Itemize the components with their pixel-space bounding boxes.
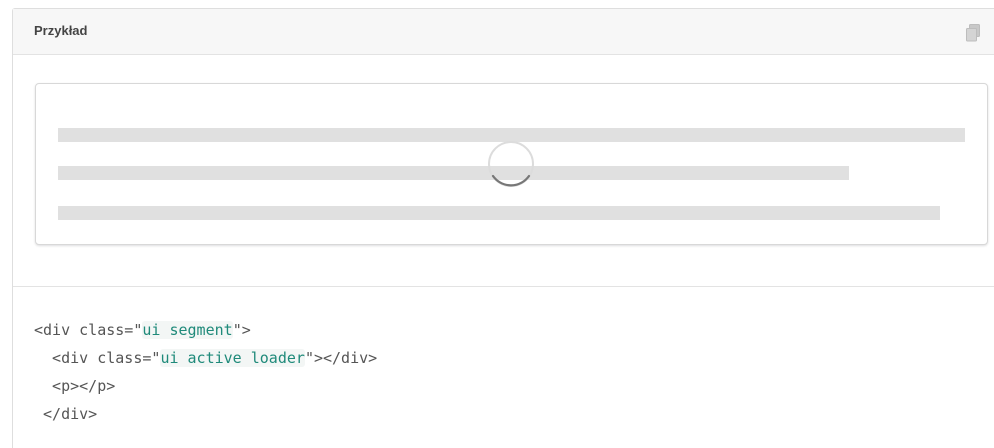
loader-spinner-icon — [488, 141, 534, 187]
code-block: <div class="ui segment"> <div class="ui … — [34, 316, 377, 428]
paragraph-placeholder-line — [58, 166, 849, 180]
ui-segment — [35, 83, 988, 245]
paragraph-placeholder-line — [58, 206, 940, 220]
code-line-4: </div> — [34, 405, 98, 423]
code-line-2: <div class="ui active loader"></div> — [34, 349, 378, 367]
code-area: <div class="ui segment"> <div class="ui … — [13, 288, 994, 448]
copy-icon[interactable] — [965, 24, 981, 42]
code-line-1: <div class="ui segment"> — [34, 321, 251, 339]
example-header: Przykład — [13, 9, 994, 55]
example-title: Przykład — [34, 23, 88, 38]
example-panel: Przykład <div class="ui segment"> <div c… — [12, 8, 994, 448]
example-preview — [13, 55, 994, 287]
code-line-3: <p></p> — [34, 377, 116, 395]
